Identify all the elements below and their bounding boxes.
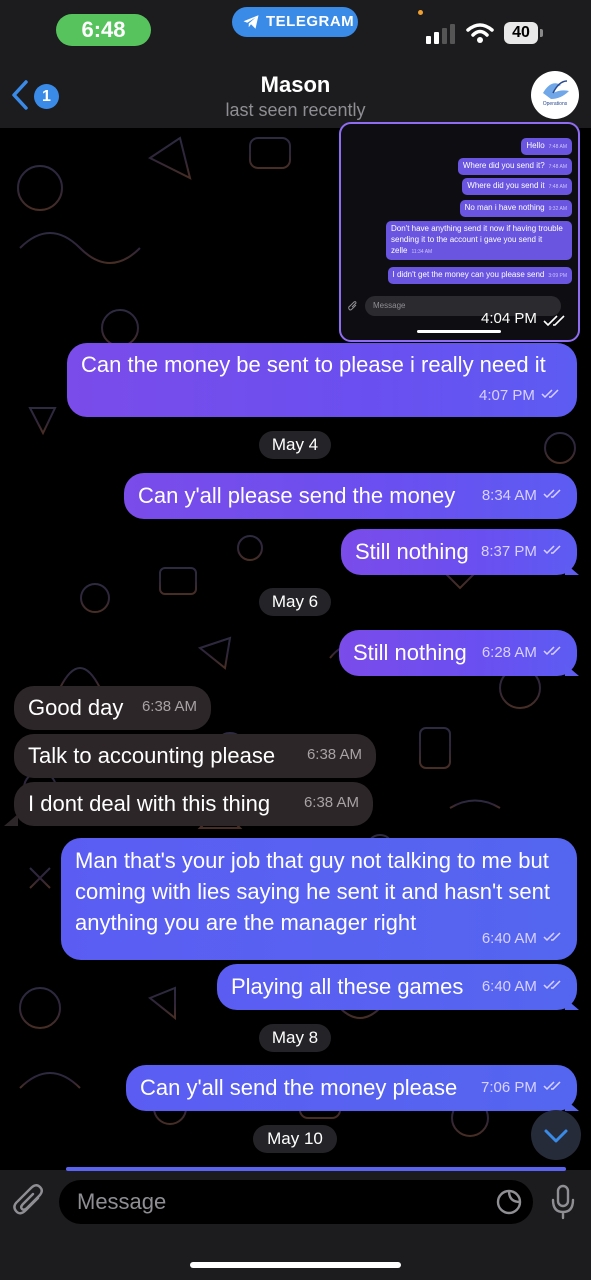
bubble-tail: [565, 563, 579, 575]
avatar-label: Operations: [542, 101, 568, 107]
contact-status: last seen recently: [225, 100, 366, 120]
chevron-down-icon: [544, 1129, 568, 1143]
sticker-icon[interactable]: [495, 1188, 523, 1216]
home-indicator: [190, 1262, 401, 1268]
bubble-tail: [565, 664, 579, 676]
bubble-tail: [4, 814, 18, 826]
incoming-message[interactable]: I dont deal with this thing 6:38 AM: [14, 782, 373, 826]
preview-message: Don't have anything send it now if havin…: [386, 221, 572, 260]
outgoing-message[interactable]: Still nothing 8:37 PM: [341, 529, 577, 575]
message-time: 8:37 PM: [481, 543, 537, 560]
message-text: Can y'all send the money please: [140, 1075, 458, 1100]
message-time: 6:40 AM: [481, 930, 537, 947]
message-time: 7:06 PM: [481, 1079, 537, 1096]
preview-message: Where did you send it 7:48 AM: [462, 178, 572, 195]
outgoing-message[interactable]: Can y'all please send the money 8:34 AM: [124, 473, 577, 519]
date-separator: May 6: [259, 588, 331, 616]
date-separator: May 8: [259, 1024, 331, 1052]
read-checkmarks-icon: [543, 545, 561, 555]
message-text: Playing all these games: [231, 974, 464, 999]
status-time: 6:48: [56, 14, 151, 46]
message-time: 6:38 AM: [306, 746, 362, 763]
outgoing-message[interactable]: Can the money be sent to please i really…: [67, 343, 577, 417]
message-text: Can the money be sent to please i really…: [81, 352, 546, 377]
message-input[interactable]: Message: [59, 1180, 533, 1224]
message-text: Good day: [28, 695, 124, 720]
message-time: 6:38 AM: [303, 794, 359, 811]
message-text: Man that's your job that guy not talking…: [75, 848, 551, 935]
date-separator: May 4: [259, 431, 331, 459]
chat-header: 1 Mason last seen recently Operations: [0, 60, 591, 128]
read-checkmarks-icon: [543, 1081, 561, 1091]
read-checkmarks-icon: [543, 932, 561, 942]
message-time: 6:28 AM: [481, 644, 537, 661]
outgoing-message[interactable]: Still nothing 6:28 AM: [339, 630, 577, 676]
attach-paperclip-icon[interactable]: [12, 1182, 46, 1220]
bubble-tail: [565, 998, 579, 1010]
status-bar: 6:48 TELEGRAM 40: [0, 0, 591, 60]
preview-home-indicator: [417, 330, 501, 333]
avatar[interactable]: Operations: [531, 71, 579, 119]
screenshot-timestamp: 4:04 PM: [481, 310, 537, 327]
telegram-plane-icon: [243, 15, 259, 29]
message-text: Can y'all please send the money: [138, 483, 456, 508]
read-checkmarks-icon: [543, 315, 565, 327]
telegram-pill[interactable]: TELEGRAM: [232, 7, 358, 37]
message-text: Talk to accounting please: [28, 743, 276, 768]
screenshot-image-message[interactable]: Hello 7:48 AM Where did you send it? 7:48 …: [339, 122, 580, 342]
message-time: 6:40 AM: [481, 978, 537, 995]
read-checkmarks-icon: [541, 389, 559, 399]
contact-name[interactable]: Mason: [0, 72, 591, 98]
next-message-edge: [66, 1167, 566, 1171]
message-time: 4:07 PM: [479, 387, 535, 404]
preview-message: No man i have nothing 9:32 AM: [459, 200, 572, 217]
battery-level: 40: [504, 22, 538, 44]
wifi-icon: [466, 23, 494, 43]
outgoing-message[interactable]: Man that's your job that guy not talking…: [61, 838, 577, 960]
cellular-signal-icon: [426, 24, 455, 44]
outgoing-message[interactable]: Playing all these games 6:40 AM: [217, 964, 577, 1010]
incoming-message[interactable]: Good day 6:38 AM: [14, 686, 211, 730]
message-time: 6:38 AM: [141, 698, 197, 715]
read-checkmarks-icon: [543, 646, 561, 656]
privacy-indicator-dot: [418, 10, 423, 15]
microphone-icon[interactable]: [550, 1184, 576, 1220]
preview-attach-icon: [348, 301, 357, 311]
battery-tip: [540, 29, 543, 37]
message-text: Still nothing: [355, 539, 469, 564]
dove-logo-icon: [543, 80, 569, 99]
read-checkmarks-icon: [543, 980, 561, 990]
message-text: Still nothing: [353, 640, 467, 665]
incoming-message[interactable]: Talk to accounting please 6:38 AM: [14, 734, 376, 778]
scroll-to-bottom-button[interactable]: [531, 1110, 581, 1160]
preview-message: Hello 7:48 AM: [521, 138, 572, 155]
telegram-pill-label: TELEGRAM: [266, 13, 355, 30]
outgoing-message[interactable]: Can y'all send the money please 7:06 PM: [126, 1065, 577, 1111]
read-checkmarks-icon: [543, 489, 561, 499]
date-separator: May 10: [253, 1125, 337, 1153]
message-time: 8:34 AM: [481, 487, 537, 504]
preview-message: I didn't get the money can you please se…: [387, 267, 572, 284]
preview-message: Where did you send it? 7:48 AM: [457, 158, 572, 175]
message-text: I dont deal with this thing: [28, 791, 271, 816]
